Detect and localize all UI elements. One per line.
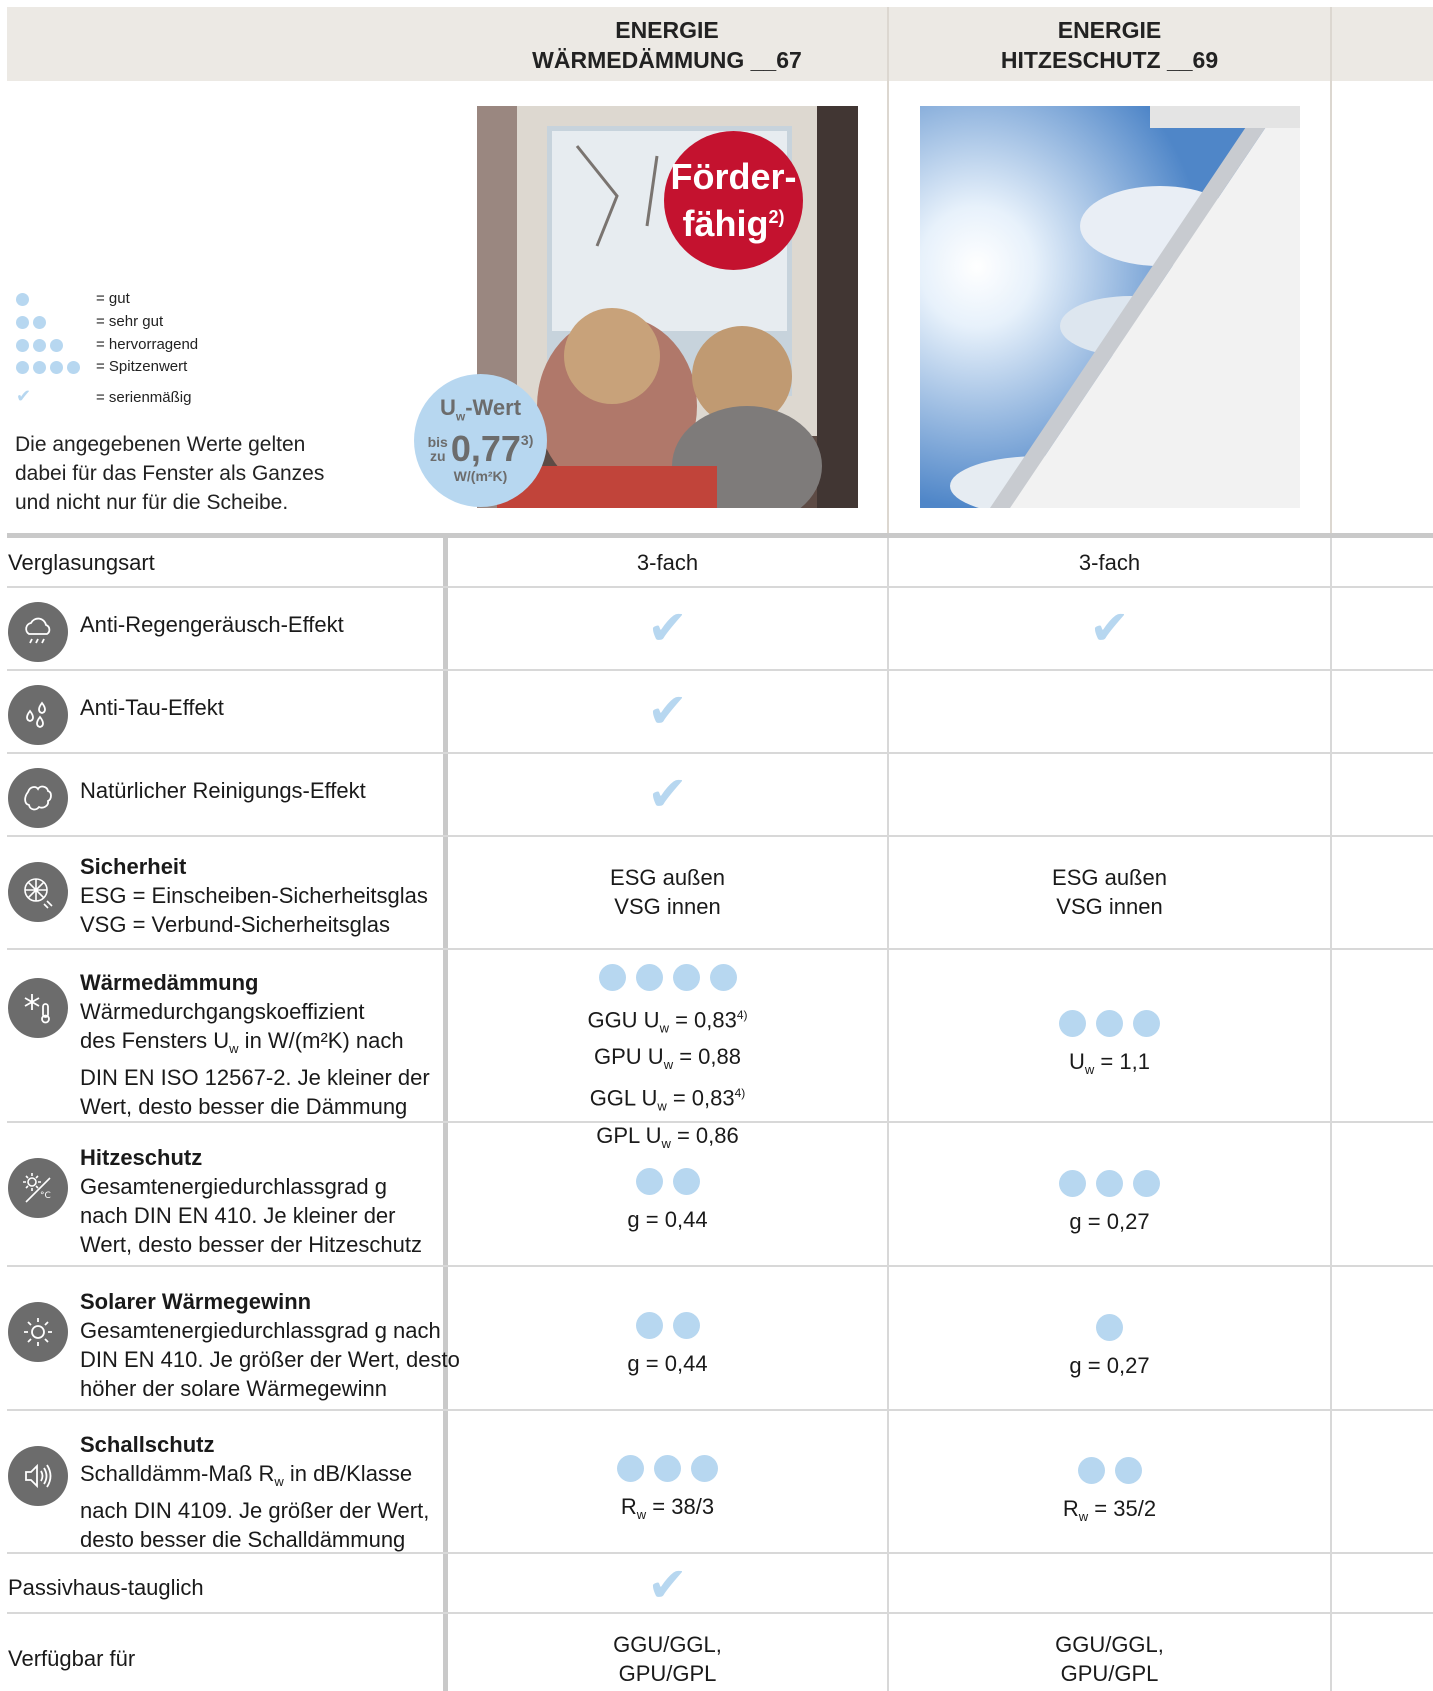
row-divider: [7, 1265, 1433, 1267]
cell-waermedaemmung-67: GGU Uw = 0,834) GPU Uw = 0,88 GGL Uw = 0…: [448, 964, 887, 1158]
column-divider: [887, 7, 889, 533]
check-icon: ✔: [647, 768, 688, 821]
rating-dots: [448, 1312, 887, 1346]
row-label-reinigung: Natürlicher Reinigungs-Effekt: [80, 778, 366, 803]
row-label-sicherheit: Sicherheit ESG = Einscheiben-Sicherheits…: [80, 854, 428, 937]
check-icon: ✔: [1089, 602, 1130, 655]
row-label-waermedaemmung: Wärmedämmung Wärmedurchgangskoeffizient …: [80, 970, 430, 1119]
legend-spitzenwert: = Spitzenwert: [16, 358, 187, 375]
row-label-passivhaus: Passivhaus-tauglich: [8, 1575, 204, 1600]
rating-dots: [889, 1010, 1330, 1044]
row-label-verfuegbar: Verfügbar für: [8, 1646, 136, 1671]
column-divider: [1330, 538, 1332, 1691]
column-header-waermedaemmung: ENERGIE WÄRMEDÄMMUNG __67: [532, 17, 802, 73]
speaker-icon: [8, 1446, 68, 1506]
cell-hitzeschutz-69: g = 0,27: [889, 1170, 1330, 1236]
drops-icon: [8, 685, 68, 745]
row-divider: [7, 948, 1433, 950]
note-text: Die angegebenen Werte gelten dabei für da…: [15, 433, 325, 514]
cell-schallschutz-67: Rw = 38/3: [448, 1455, 887, 1529]
check-icon: ✔: [16, 386, 32, 406]
sun-temperature-icon: °C: [8, 1158, 68, 1218]
check-icon: ✔: [647, 1559, 688, 1612]
rating-dots: [448, 1168, 887, 1202]
shattered-glass-icon: [8, 862, 68, 922]
row-label-tau: Anti-Tau-Effekt: [80, 695, 224, 720]
row-divider: [7, 1612, 1433, 1614]
rain-cloud-icon: [8, 602, 68, 662]
rating-dots: [448, 1455, 887, 1489]
cell-solar-67: g = 0,44: [448, 1312, 887, 1378]
row-divider: [7, 586, 1433, 588]
cell-schallschutz-69: Rw = 35/2: [889, 1457, 1330, 1531]
row-divider: [7, 669, 1433, 671]
row-label-hitzeschutz: Hitzeschutz Gesamtenergiedurchlassgrad g…: [80, 1145, 422, 1257]
cell-waermedaemmung-69: Uw = 1,1: [889, 1010, 1330, 1084]
row-divider: [7, 1409, 1433, 1411]
rating-dots: [889, 1170, 1330, 1204]
legend-gut: = gut: [16, 290, 130, 307]
cell-verfuegbar-67: GGU/GGL, GPU/GPL: [613, 1632, 722, 1686]
row-label-schallschutz: Schallschutz Schalldämm-Maß Rw in dB/Kla…: [80, 1432, 430, 1552]
cell-solar-69: g = 0,27: [889, 1314, 1330, 1380]
legend-serienmaessig: ✔ = serienmäßig: [16, 386, 192, 406]
sun-icon: [8, 1302, 68, 1362]
column-header-hitzeschutz: ENERGIE HITZESCHUTZ __69: [1000, 17, 1219, 73]
rating-dots: [889, 1457, 1330, 1491]
column-divider: [1330, 7, 1332, 533]
cell-sicherheit-67: ESG außen VSG innen: [610, 865, 725, 919]
table-top-border: [7, 533, 1433, 538]
rating-dots: [889, 1314, 1330, 1348]
uw-wert-badge: Uw-Wert bis zu 0,77 3) W/(m²K): [414, 374, 547, 507]
cell-sicherheit-69: ESG außen VSG innen: [1052, 865, 1167, 919]
cell-verglasung-67: 3-fach: [636, 550, 699, 575]
row-label-verglasungsart: Verglasungsart: [8, 550, 155, 575]
cleaning-icon: [8, 768, 68, 828]
legend-hervorragend: = hervorragend: [16, 336, 198, 353]
row-divider: [7, 835, 1433, 837]
photo-sun-sky-window: [920, 106, 1300, 508]
foerderfaehig-badge: Förder- fähig2): [664, 131, 803, 270]
svg-text:°C: °C: [40, 1191, 51, 1201]
check-icon: ✔: [647, 602, 688, 655]
cell-verglasung-69: 3-fach: [1078, 550, 1141, 575]
cell-verfuegbar-69: GGU/GGL, GPU/GPL: [1055, 1632, 1164, 1686]
row-label-regen: Anti-Regengeräusch-Effekt: [80, 612, 344, 637]
row-label-solar: Solarer Wärmegewinn Gesamtenergiedurchla…: [80, 1289, 460, 1401]
snowflake-thermometer-icon: [8, 978, 68, 1038]
check-icon: ✔: [647, 685, 688, 738]
legend-sehr-gut: = sehr gut: [16, 313, 163, 330]
cell-hitzeschutz-67: g = 0,44: [448, 1168, 887, 1234]
row-divider: [7, 752, 1433, 754]
rating-dots: [448, 964, 887, 998]
